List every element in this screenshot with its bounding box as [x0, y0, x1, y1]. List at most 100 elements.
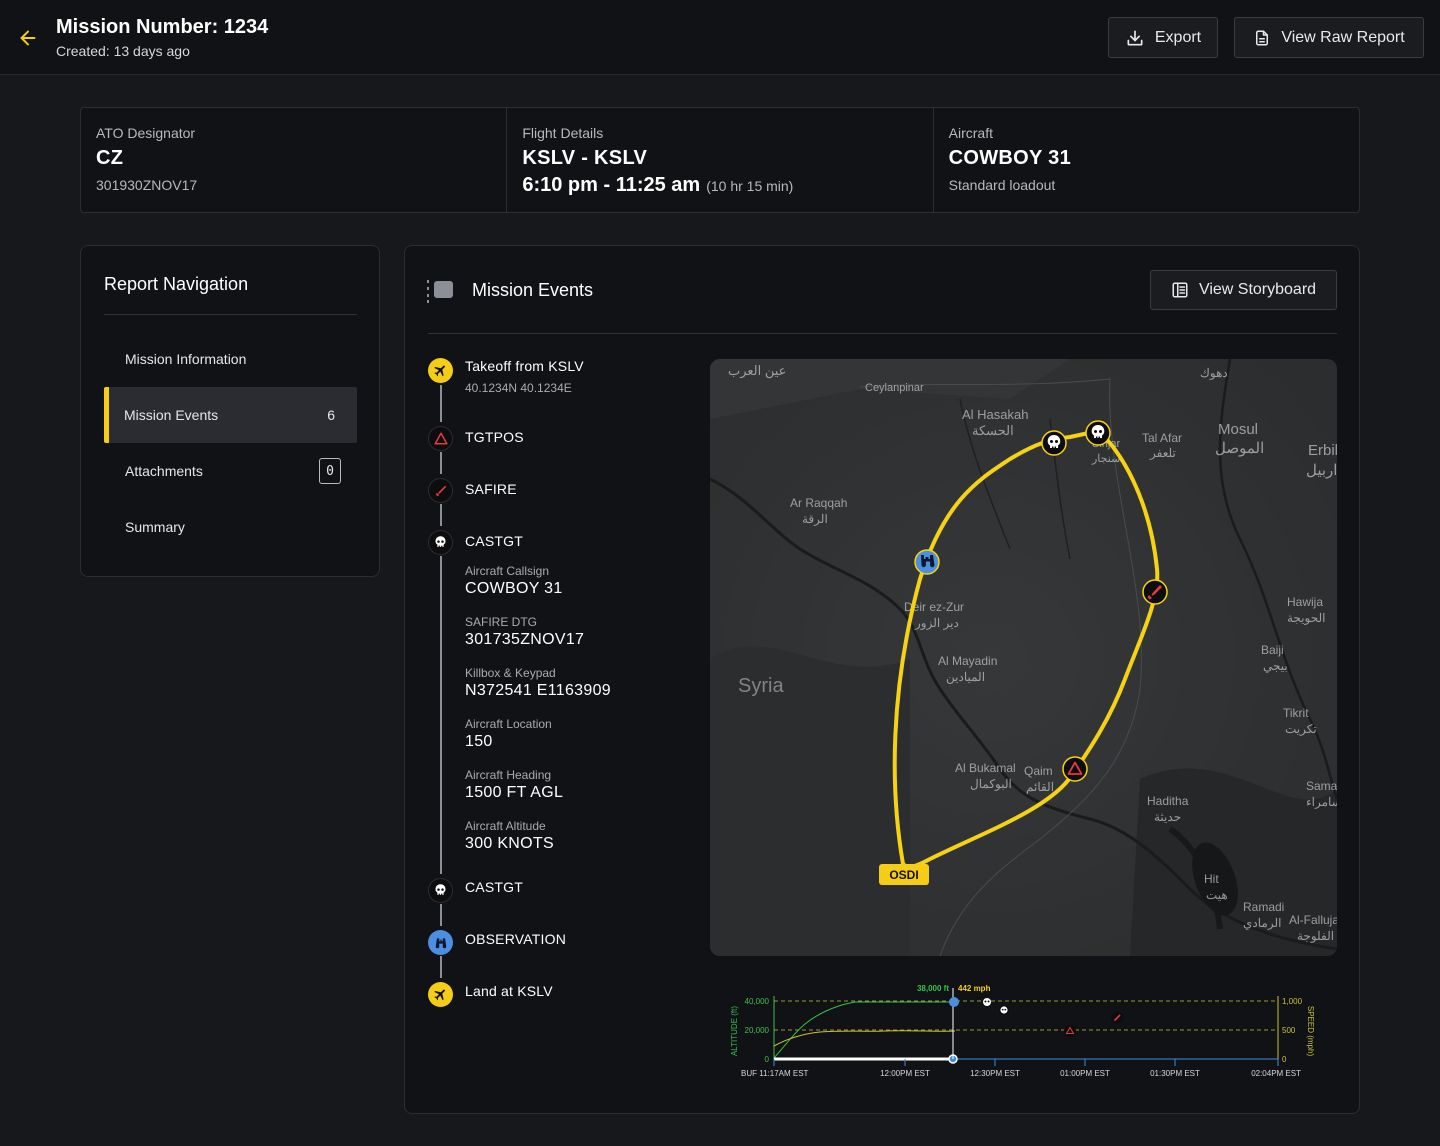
- airplane-icon: [434, 989, 445, 1001]
- timeline-node-takeoff[interactable]: [428, 358, 453, 383]
- field-value: 300 KNOTS: [465, 835, 554, 852]
- y-tick: 0: [765, 1055, 770, 1064]
- storyboard-icon: [1172, 282, 1188, 298]
- field-label: SAFIRE DTG: [465, 615, 538, 629]
- timeline-node-castgt[interactable]: [428, 878, 453, 903]
- y-tick: 0: [1282, 1055, 1287, 1064]
- place-label: Haditha: [1147, 794, 1189, 808]
- x-tick: 12:00PM EST: [880, 1069, 930, 1078]
- place-label: تكريت: [1285, 722, 1317, 736]
- timeline-panel-icon: [427, 280, 453, 303]
- binoculars-icon: [949, 997, 959, 1007]
- nav-item-label: Summary: [125, 519, 185, 535]
- aircraft-loadout: Standard loadout: [948, 177, 1056, 193]
- place-label: الميادين: [946, 670, 985, 684]
- mission-events-title: Mission Events: [472, 280, 594, 300]
- timeline-node-observation[interactable]: [428, 930, 453, 955]
- document-icon: [1256, 30, 1269, 45]
- timeline-node-safire[interactable]: [428, 478, 453, 503]
- back-button[interactable]: [14, 24, 42, 52]
- place-label: Al Bukamal: [955, 761, 1016, 775]
- timeline-connector: [440, 504, 442, 526]
- skull-icon: [435, 536, 446, 547]
- timeline-node-tgtpos[interactable]: [428, 426, 453, 451]
- flight-duration: (10 hr 15 min): [706, 178, 794, 194]
- ato-designator-label: ATO Designator: [96, 125, 196, 141]
- timeline-connector: [440, 956, 442, 978]
- altitude-speed-plot: ALTITUDE (ft) SPEED (mph) 40,000 20,000 …: [730, 984, 1315, 1078]
- map-marker-tgtpos[interactable]: [1062, 756, 1088, 782]
- field-value: 301735ZNOV17: [465, 631, 585, 648]
- divider: [428, 333, 1337, 334]
- place-label: دهوك: [1200, 366, 1228, 380]
- field-label: Killbox & Keypad: [465, 666, 556, 680]
- place-label: Tal Afar: [1142, 431, 1182, 445]
- missile-icon: [435, 485, 446, 496]
- place-label: الفلوجة: [1297, 929, 1334, 943]
- timeline-connector: [440, 452, 442, 474]
- binoculars-icon: [435, 937, 446, 948]
- ato-dtg: 301930ZNOV17: [96, 177, 198, 193]
- report-navigation-title: Report Navigation: [104, 274, 249, 294]
- download-icon: [1127, 30, 1143, 46]
- map-marker-observation[interactable]: [914, 549, 940, 575]
- map-marker-safire[interactable]: [1142, 579, 1168, 605]
- place-label: Ramadi: [1243, 900, 1284, 914]
- place-label: سامراء: [1306, 795, 1337, 809]
- timeline-event-label: OBSERVATION: [465, 931, 566, 947]
- place-label: Baiji: [1261, 643, 1284, 657]
- field-label: Aircraft Callsign: [465, 564, 550, 578]
- timeline-node-castgt[interactable]: [428, 530, 453, 555]
- y-axis-left-label: ALTITUDE (ft): [730, 1006, 739, 1056]
- export-label: Export: [1154, 28, 1202, 46]
- map-marker-castgt[interactable]: [1085, 420, 1111, 446]
- divider: [104, 314, 357, 315]
- place-label: بيجي: [1263, 659, 1288, 673]
- flight-details-label: Flight Details: [522, 125, 604, 141]
- map-marker-castgt[interactable]: [1041, 430, 1067, 456]
- map-canvas: عين العرب Ceylanpinar Al Hasakah الحسكة …: [710, 359, 1337, 956]
- report-navigation: Report Navigation Mission Information Mi…: [80, 245, 380, 577]
- route-start-label: OSDI: [879, 864, 929, 885]
- nav-item-attachments[interactable]: Attachments 0: [104, 443, 357, 499]
- nav-item-mission-information[interactable]: Mission Information: [104, 331, 357, 387]
- nav-item-count: 6: [327, 407, 335, 423]
- y-tick: 40,000: [745, 997, 770, 1006]
- view-storyboard-label: View Storyboard: [1198, 281, 1317, 298]
- place-label: Hawija: [1287, 595, 1323, 609]
- nav-item-mission-events[interactable]: Mission Events 6: [104, 387, 357, 443]
- place-label: Hit: [1204, 872, 1219, 886]
- flight-time: 6:10 pm - 11:25 am (10 hr 15 min): [522, 174, 917, 197]
- nav-item-label: Mission Events: [124, 407, 219, 423]
- aircraft-card: Aircraft COWBOY 31 Standard loadout: [934, 108, 1359, 212]
- place-label: Samarra: [1306, 779, 1337, 793]
- view-raw-report-label: View Raw Report: [1281, 28, 1405, 46]
- place-label: Ar Raqqah: [790, 496, 847, 510]
- place-label: عين العرب: [728, 363, 786, 379]
- place-label: البوكمال: [970, 777, 1012, 791]
- skull-icon: [983, 998, 991, 1006]
- export-button[interactable]: Export: [1108, 17, 1218, 58]
- view-storyboard-button[interactable]: View Storyboard: [1150, 270, 1337, 310]
- mission-created-date: Created: 13 days ago: [56, 43, 190, 59]
- field-label: Aircraft Altitude: [465, 819, 546, 833]
- place-label: الرمادي: [1243, 916, 1281, 930]
- view-raw-report-button[interactable]: View Raw Report: [1234, 17, 1424, 58]
- mission-events-panel: Mission Events View Storyboard Takeoff f…: [404, 245, 1360, 1114]
- altitude-speed-chart[interactable]: ALTITUDE (ft) SPEED (mph) 40,000 20,000 …: [725, 976, 1325, 1086]
- place-label: Qaim: [1024, 764, 1053, 778]
- place-label: Ceylanpinar: [865, 382, 924, 394]
- mission-map[interactable]: عين العرب Ceylanpinar Al Hasakah الحسكة …: [710, 359, 1337, 956]
- timeline-node-land[interactable]: [428, 982, 453, 1007]
- place-label: الموصل: [1215, 440, 1264, 457]
- aircraft-callsign: COWBOY 31: [948, 147, 1072, 169]
- arrow-left-icon: [20, 30, 36, 46]
- timeline-connector: [440, 385, 442, 422]
- place-label: Al-Fallujah: [1289, 913, 1337, 927]
- skull-icon: [435, 884, 446, 895]
- nav-item-summary[interactable]: Summary: [104, 499, 357, 555]
- x-tick: 12:30PM EST: [970, 1069, 1020, 1078]
- x-tick: 01:30PM EST: [1150, 1069, 1200, 1078]
- nav-item-label: Attachments: [125, 463, 203, 479]
- triangle-warning-icon: [1064, 1025, 1076, 1037]
